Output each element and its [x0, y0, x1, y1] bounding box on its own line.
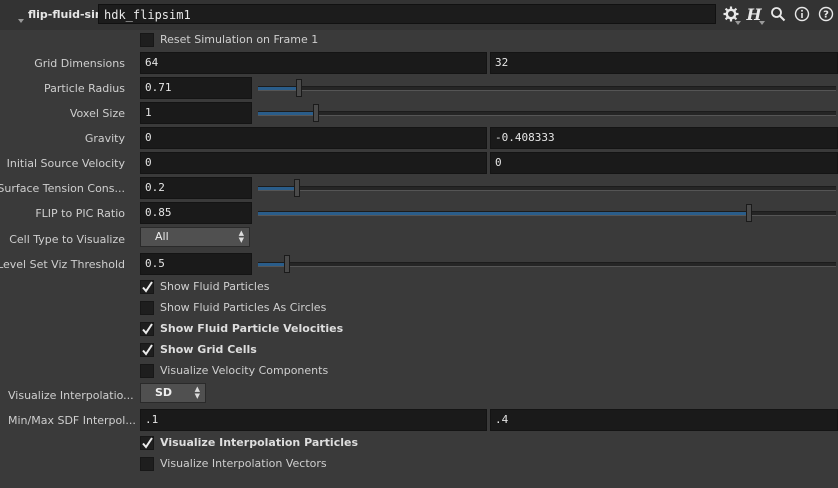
checkmark-icon [142, 344, 153, 356]
up-down-arrows-icon: ▲ ▼ [194, 385, 200, 400]
show-particles-as-circles-checkbox[interactable] [140, 301, 154, 315]
flip-pic-ratio-slider[interactable] [258, 204, 836, 222]
slider-fill [258, 212, 750, 215]
slider-handle[interactable] [312, 104, 319, 122]
visualize-interpolation-particles-label: Visualize Interpolation Particles [160, 436, 359, 449]
reset-simulation-checkbox[interactable] [140, 33, 154, 47]
surface-tension-label: Surface Tension Cons... [0, 182, 125, 195]
reset-simulation-label: Reset Simulation on Frame 1 [160, 33, 319, 46]
show-grid-cells-checkbox[interactable] [140, 343, 154, 357]
surface-tension-field[interactable]: 0.2 [140, 177, 252, 199]
flip-pic-ratio-label: FLIP to PIC Ratio [35, 207, 125, 220]
up-down-arrows-icon: ▲ ▼ [238, 229, 244, 244]
cell-type-value: All [155, 230, 169, 243]
levelset-threshold-slider[interactable] [258, 255, 836, 273]
show-particles-as-circles-label: Show Fluid Particles As Circles [160, 301, 327, 314]
gear-menu-caret-icon[interactable] [735, 21, 741, 25]
particle-radius-slider[interactable] [258, 79, 836, 97]
node-name-field[interactable]: hdk_flipsim1 [98, 4, 716, 24]
checkmark-icon [142, 281, 153, 293]
gravity-x-field[interactable]: 0 [140, 127, 487, 149]
levelset-threshold-field[interactable]: 0.5 [140, 253, 252, 275]
visualize-interpolation-label: Visualize Interpolatio... [8, 389, 134, 402]
visualize-interpolation-vectors-label: Visualize Interpolation Vectors [160, 457, 327, 470]
minmax-sdf-min-field[interactable]: .1 [140, 409, 487, 431]
search-icon[interactable] [768, 4, 788, 24]
grid-dimensions-x-field[interactable]: 64 [140, 52, 487, 74]
voxel-size-slider[interactable] [258, 104, 836, 122]
show-grid-cells-label: Show Grid Cells [160, 343, 257, 356]
slider-fill [258, 112, 316, 115]
gravity-y-field[interactable]: -0.408333 [490, 127, 838, 149]
svg-text:?: ? [823, 10, 829, 21]
visualize-velocity-components-checkbox[interactable] [140, 364, 154, 378]
flip-pic-ratio-field[interactable]: 0.85 [140, 202, 252, 224]
visualize-interpolation-particles-checkbox[interactable] [140, 436, 154, 450]
grid-dimensions-label: Grid Dimensions [34, 57, 125, 70]
checkmark-icon [142, 437, 153, 449]
slider-fill [258, 263, 287, 266]
initial-source-velocity-label: Initial Source Velocity [6, 157, 125, 170]
slider-fill [258, 187, 297, 190]
show-fluid-particles-label: Show Fluid Particles [160, 280, 270, 293]
voxel-size-field[interactable]: 1 [140, 102, 252, 124]
particle-radius-field[interactable]: 0.71 [140, 77, 252, 99]
show-particle-velocities-label: Show Fluid Particle Velocities [160, 322, 344, 335]
levelset-threshold-label: Level Set Viz Threshold [0, 258, 125, 271]
slider-handle[interactable] [293, 179, 300, 197]
node-type-menu-caret-icon[interactable] [18, 19, 24, 23]
help-question-icon[interactable]: ? [816, 4, 836, 24]
surface-tension-slider[interactable] [258, 179, 836, 197]
voxel-size-label: Voxel Size [69, 107, 125, 120]
show-fluid-particles-checkbox[interactable] [140, 280, 154, 294]
minmax-sdf-max-field[interactable]: .4 [490, 409, 838, 431]
visualize-interpolation-dropdown[interactable]: SD ▲ ▼ [140, 383, 206, 403]
particle-radius-label: Particle Radius [43, 82, 125, 95]
gravity-label: Gravity [84, 132, 125, 145]
cell-type-label: Cell Type to Visualize [9, 233, 125, 246]
show-particle-velocities-checkbox[interactable] [140, 322, 154, 336]
visualize-interpolation-vectors-checkbox[interactable] [140, 457, 154, 471]
slider-handle[interactable] [746, 204, 753, 222]
node-type-label[interactable]: flip-fluid-sim [28, 8, 106, 21]
grid-dimensions-y-field[interactable]: 32 [490, 52, 838, 74]
help-menu-caret-icon[interactable] [759, 21, 765, 25]
minmax-sdf-label: Min/Max SDF Interpol... [8, 414, 136, 427]
slider-handle[interactable] [296, 79, 303, 97]
info-icon[interactable] [792, 4, 812, 24]
cell-type-dropdown[interactable]: All ▲ ▼ [140, 227, 250, 247]
visualize-interpolation-value: SD [155, 386, 173, 399]
initial-source-velocity-x-field[interactable]: 0 [140, 152, 487, 174]
slider-fill [258, 87, 300, 90]
checkmark-icon [142, 323, 153, 335]
initial-source-velocity-y-field[interactable]: 0 [490, 152, 838, 174]
visualize-velocity-components-label: Visualize Velocity Components [160, 364, 329, 377]
slider-handle[interactable] [283, 255, 290, 273]
